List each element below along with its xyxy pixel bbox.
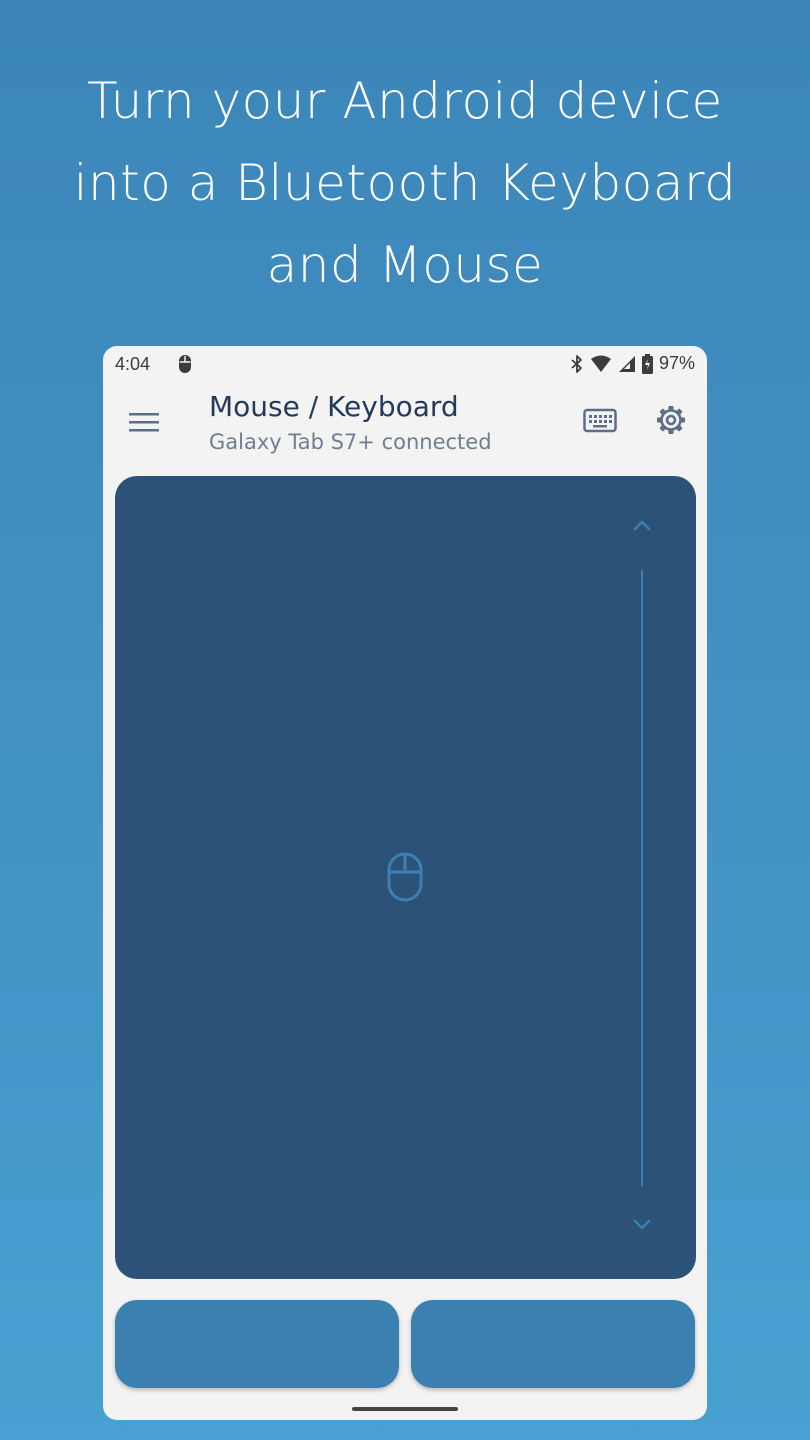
chevron-up-icon[interactable] xyxy=(631,518,653,532)
headline-line-3: and Mouse xyxy=(266,236,544,294)
chevron-down-icon[interactable] xyxy=(631,1218,653,1232)
keyboard-icon[interactable] xyxy=(583,408,617,434)
bluetooth-icon xyxy=(571,354,582,373)
status-icons: 97% xyxy=(570,353,695,374)
status-bar: 4:04 97% xyxy=(103,346,707,384)
app-bar: Mouse / Keyboard Galaxy Tab S7+ connecte… xyxy=(103,384,707,472)
headline-line-1: Turn your Android device xyxy=(87,72,723,130)
app-title: Mouse / Keyboard xyxy=(209,390,459,423)
right-click-button[interactable] xyxy=(411,1300,695,1388)
connection-status: Galaxy Tab S7+ connected xyxy=(209,430,492,454)
battery-percent: 97% xyxy=(658,353,695,373)
menu-icon[interactable] xyxy=(129,410,159,434)
mouse-icon xyxy=(387,852,423,902)
mouse-icon xyxy=(179,355,191,373)
touchpad[interactable] xyxy=(115,476,696,1279)
gear-icon[interactable] xyxy=(655,404,687,436)
phone-screen: 4:04 97% Mouse / Keyboard Galaxy Tab S7+… xyxy=(103,346,707,1420)
scroll-strip[interactable] xyxy=(641,570,643,1186)
status-time: 4:04 xyxy=(115,354,151,374)
left-click-button[interactable] xyxy=(115,1300,399,1388)
promo-headline: Turn your Android device into a Bluetoot… xyxy=(0,60,810,306)
cell-signal-icon xyxy=(618,355,635,372)
wifi-icon xyxy=(590,355,611,372)
gesture-navigation-bar[interactable] xyxy=(352,1407,458,1411)
battery-icon xyxy=(641,353,653,374)
headline-line-2: into a Bluetooth Keyboard xyxy=(73,154,737,212)
